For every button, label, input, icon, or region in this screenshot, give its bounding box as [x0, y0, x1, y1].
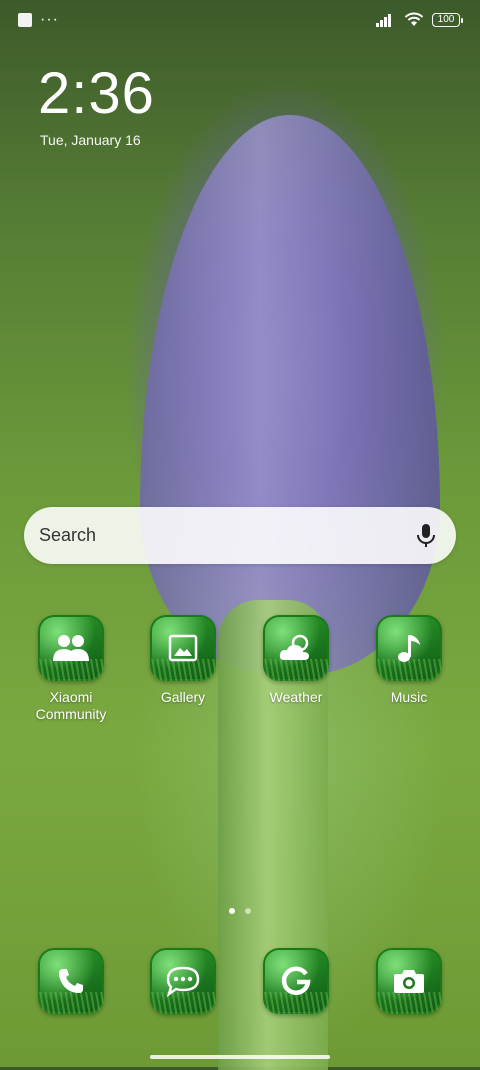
app-weather[interactable]: Weather [246, 615, 346, 706]
page-dot[interactable] [245, 908, 251, 914]
dock-app-phone[interactable] [21, 948, 121, 1014]
clock[interactable]: 2:36 [38, 60, 155, 127]
status-bar: ··· 100 [0, 0, 480, 42]
microphone-icon[interactable] [414, 523, 438, 549]
weather-icon [263, 615, 329, 681]
home-indicator[interactable] [150, 1055, 330, 1059]
camera-icon [376, 948, 442, 1014]
dock-app-camera[interactable] [359, 948, 459, 1014]
battery-icon: 100 [432, 12, 463, 27]
page-indicator [0, 908, 480, 914]
gallery-icon [150, 615, 216, 681]
app-label: Weather [269, 689, 323, 705]
date[interactable]: Tue, January 16 [40, 132, 141, 148]
app-gallery[interactable]: Gallery [133, 615, 233, 706]
community-icon [38, 615, 104, 681]
battery-level: 100 [437, 14, 455, 25]
notification-icon [18, 13, 32, 27]
search-bar[interactable]: Search [24, 507, 456, 564]
wallpaper-flower-bud [140, 115, 440, 675]
phone-icon [38, 948, 104, 1014]
app-music[interactable]: Music [359, 615, 459, 706]
dock-app-google[interactable] [246, 948, 346, 1014]
app-label: Xiaomi Community [35, 689, 107, 722]
app-label: Music [390, 689, 428, 705]
music-icon [376, 615, 442, 681]
app-xiaomi-community[interactable]: Xiaomi Community [21, 615, 121, 723]
google-icon [263, 948, 329, 1014]
more-notifications-icon: ··· [40, 11, 59, 28]
dock-app-messages[interactable] [133, 948, 233, 1014]
signal-icon [376, 13, 391, 27]
app-label: Gallery [160, 689, 206, 705]
messages-icon [150, 948, 216, 1014]
search-label: Search [39, 525, 97, 545]
wifi-icon [404, 12, 424, 26]
page-dot-active[interactable] [229, 908, 235, 914]
